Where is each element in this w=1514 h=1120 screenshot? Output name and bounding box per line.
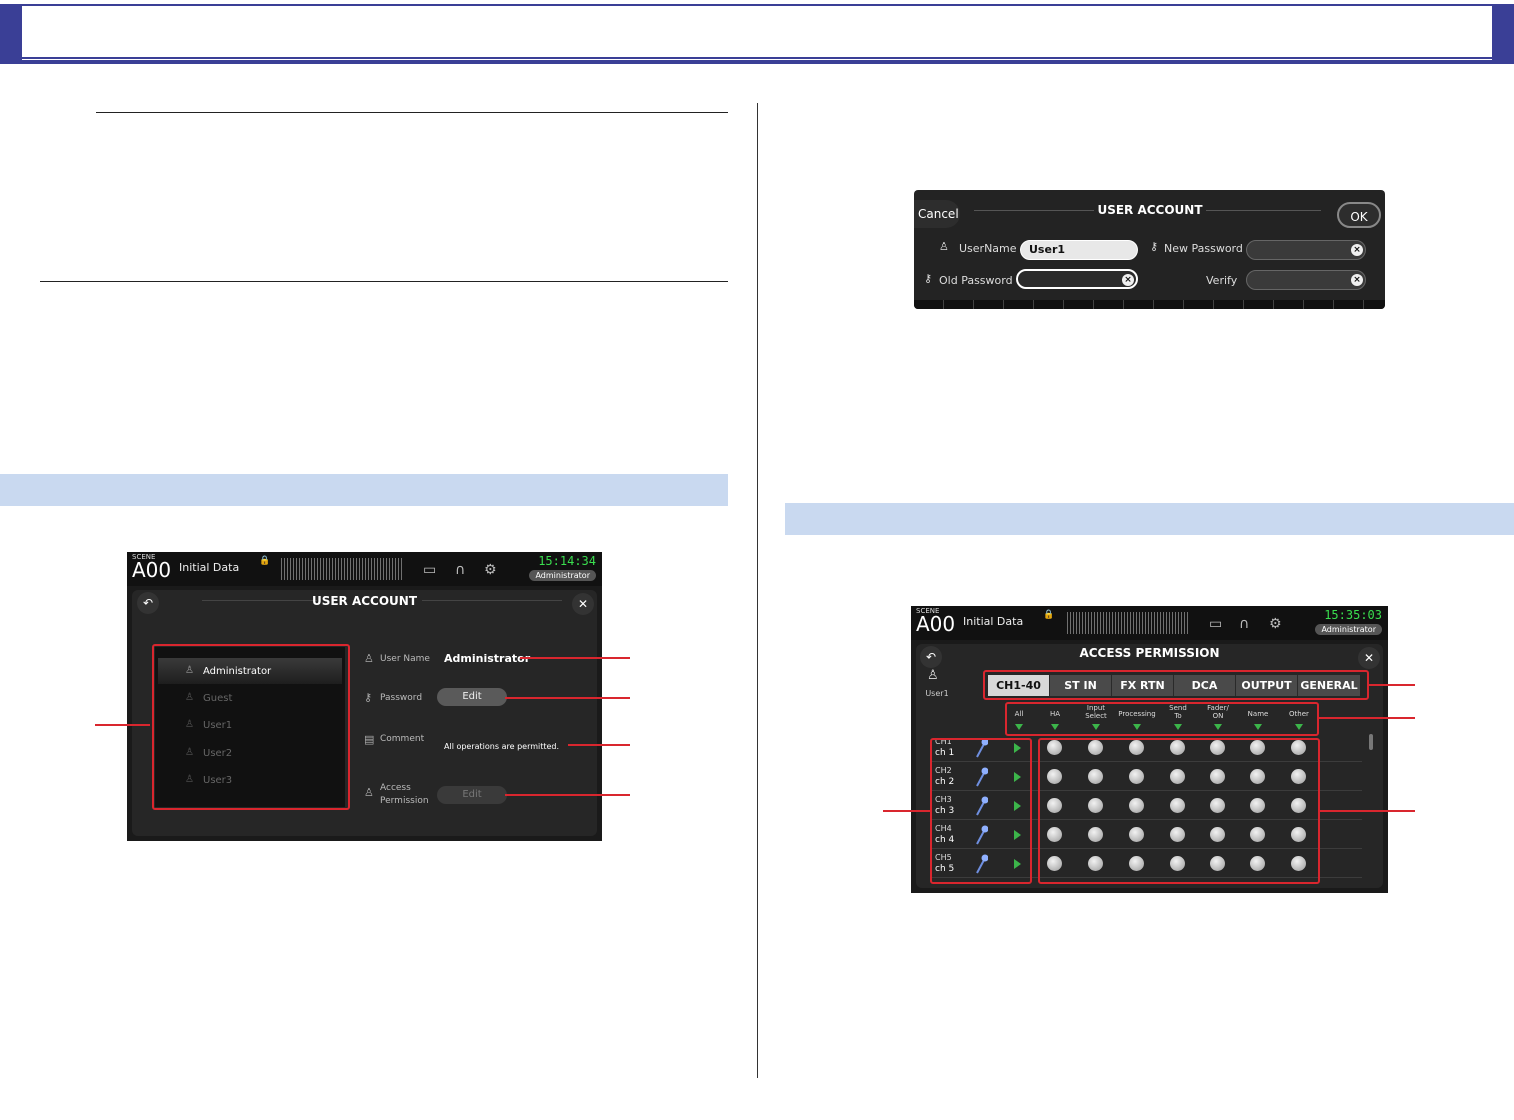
title-rule-right (1206, 210, 1321, 211)
callout-line (1319, 717, 1415, 719)
scene-title[interactable]: Initial Data (179, 561, 239, 574)
callout-line (520, 657, 630, 659)
user-badge[interactable]: Administrator (1315, 624, 1382, 635)
callout-line (883, 810, 931, 812)
level-meters (281, 558, 403, 580)
clear-icon[interactable]: × (1122, 274, 1134, 286)
old-password-field[interactable] (1016, 269, 1138, 289)
scene-title[interactable]: Initial Data (963, 615, 1023, 628)
headphones-icon[interactable]: ∩ (455, 562, 465, 578)
user-name-value: Administrator (444, 652, 531, 665)
lock-icon: 🔒 (259, 556, 271, 566)
column-divider (757, 103, 758, 1078)
clear-icon[interactable]: × (1351, 244, 1363, 256)
user-account-panel: ↶ USER ACCOUNT ✕ ♙ Administrator ♙ Guest… (132, 590, 597, 836)
callout-line (1369, 684, 1415, 686)
callout-box-column-headers (1005, 702, 1319, 736)
password-dialog: Cancel USER ACCOUNT OK ♙ UserName User1 … (914, 190, 1385, 309)
recorder-icon[interactable]: ▭ (1209, 616, 1222, 632)
header-frame (22, 4, 1492, 59)
headphones-icon[interactable]: ∩ (1239, 616, 1249, 632)
callout-box-channels (930, 738, 1032, 884)
user-name-label: User Name (380, 654, 430, 664)
dialog-title: USER ACCOUNT (1097, 203, 1203, 217)
top-status-strip: SCENE A00 Initial Data 🔒 ▭ ∩ ⚙ 15:35:03 … (911, 606, 1388, 640)
callout-line (568, 744, 630, 746)
callout-line (505, 794, 630, 796)
clock: 15:14:34 (538, 554, 596, 568)
close-button[interactable]: ✕ (572, 593, 594, 615)
verify-label: Verify (1206, 274, 1238, 287)
comment-label: Comment (380, 734, 425, 744)
verify-field[interactable] (1246, 270, 1366, 290)
access-label-line1: Access (380, 783, 411, 793)
comment-value: All operations are permitted. (444, 742, 560, 751)
close-button[interactable]: ✕ (1358, 647, 1380, 669)
callout-line (95, 724, 150, 726)
header-right-block (1492, 4, 1514, 60)
title-rule-left (974, 210, 1094, 211)
new-password-field[interactable] (1246, 240, 1366, 260)
note-rule-bottom (40, 281, 728, 282)
username-field[interactable]: User1 (1020, 240, 1138, 260)
gear-icon[interactable]: ⚙ (1269, 616, 1282, 632)
access-icon: ♙ (364, 786, 374, 799)
access-permission-screen: SCENE A00 Initial Data 🔒 ▭ ∩ ⚙ 15:35:03 … (911, 606, 1388, 893)
gear-icon[interactable]: ⚙ (484, 562, 497, 578)
header-left-block (0, 4, 22, 60)
password-edit-button[interactable]: Edit (437, 688, 507, 706)
title-rule-right (422, 600, 562, 601)
header-underline (0, 60, 1514, 64)
comment-icon: ▤ (364, 733, 375, 746)
user-icon: ♙ (364, 652, 374, 665)
callout-box-tabs (983, 670, 1369, 700)
clear-icon[interactable]: × (1351, 274, 1363, 286)
ok-button[interactable]: OK (1337, 202, 1381, 228)
username-label: UserName (959, 242, 1017, 255)
scrollbar[interactable] (1369, 734, 1373, 750)
user-icon: ♙ (939, 240, 949, 253)
level-meters (1067, 612, 1189, 634)
page-header-bar (0, 0, 1514, 64)
note-rule-top (96, 112, 728, 113)
clock: 15:35:03 (1324, 608, 1382, 622)
old-password-label: Old Password (939, 274, 1013, 287)
key-icon: ⚷ (364, 691, 373, 704)
keyboard-strip (914, 300, 1385, 309)
user-name: User1 (925, 689, 949, 698)
callout-line (505, 697, 630, 699)
top-status-strip: SCENE A00 Initial Data 🔒 ▭ ∩ ⚙ 15:14:34 … (127, 552, 602, 586)
recorder-icon[interactable]: ▭ (423, 562, 436, 578)
access-label-line2: Permission (380, 796, 429, 806)
user-icon: ♙ (927, 668, 939, 683)
scene-number[interactable]: A00 (132, 558, 171, 582)
panel-title: USER ACCOUNT (311, 594, 418, 608)
panel-title: ACCESS PERMISSION (1079, 646, 1220, 660)
password-label: Password (380, 693, 423, 703)
scene-number[interactable]: A00 (916, 612, 955, 636)
lock-icon: 🔒 (1043, 610, 1055, 620)
key-icon: ⚷ (924, 272, 933, 285)
section-band-right (785, 503, 1514, 535)
access-edit-button[interactable]: Edit (437, 786, 507, 804)
user-badge[interactable]: Administrator (529, 570, 596, 581)
callout-box-buttons (1038, 738, 1320, 884)
key-icon: ⚷ (1150, 240, 1159, 253)
callout-box-user-list (152, 644, 350, 810)
cancel-button[interactable]: Cancel (914, 200, 960, 228)
new-password-label: New Password (1164, 242, 1243, 255)
callout-line (1319, 810, 1415, 812)
section-band-left (0, 474, 728, 506)
